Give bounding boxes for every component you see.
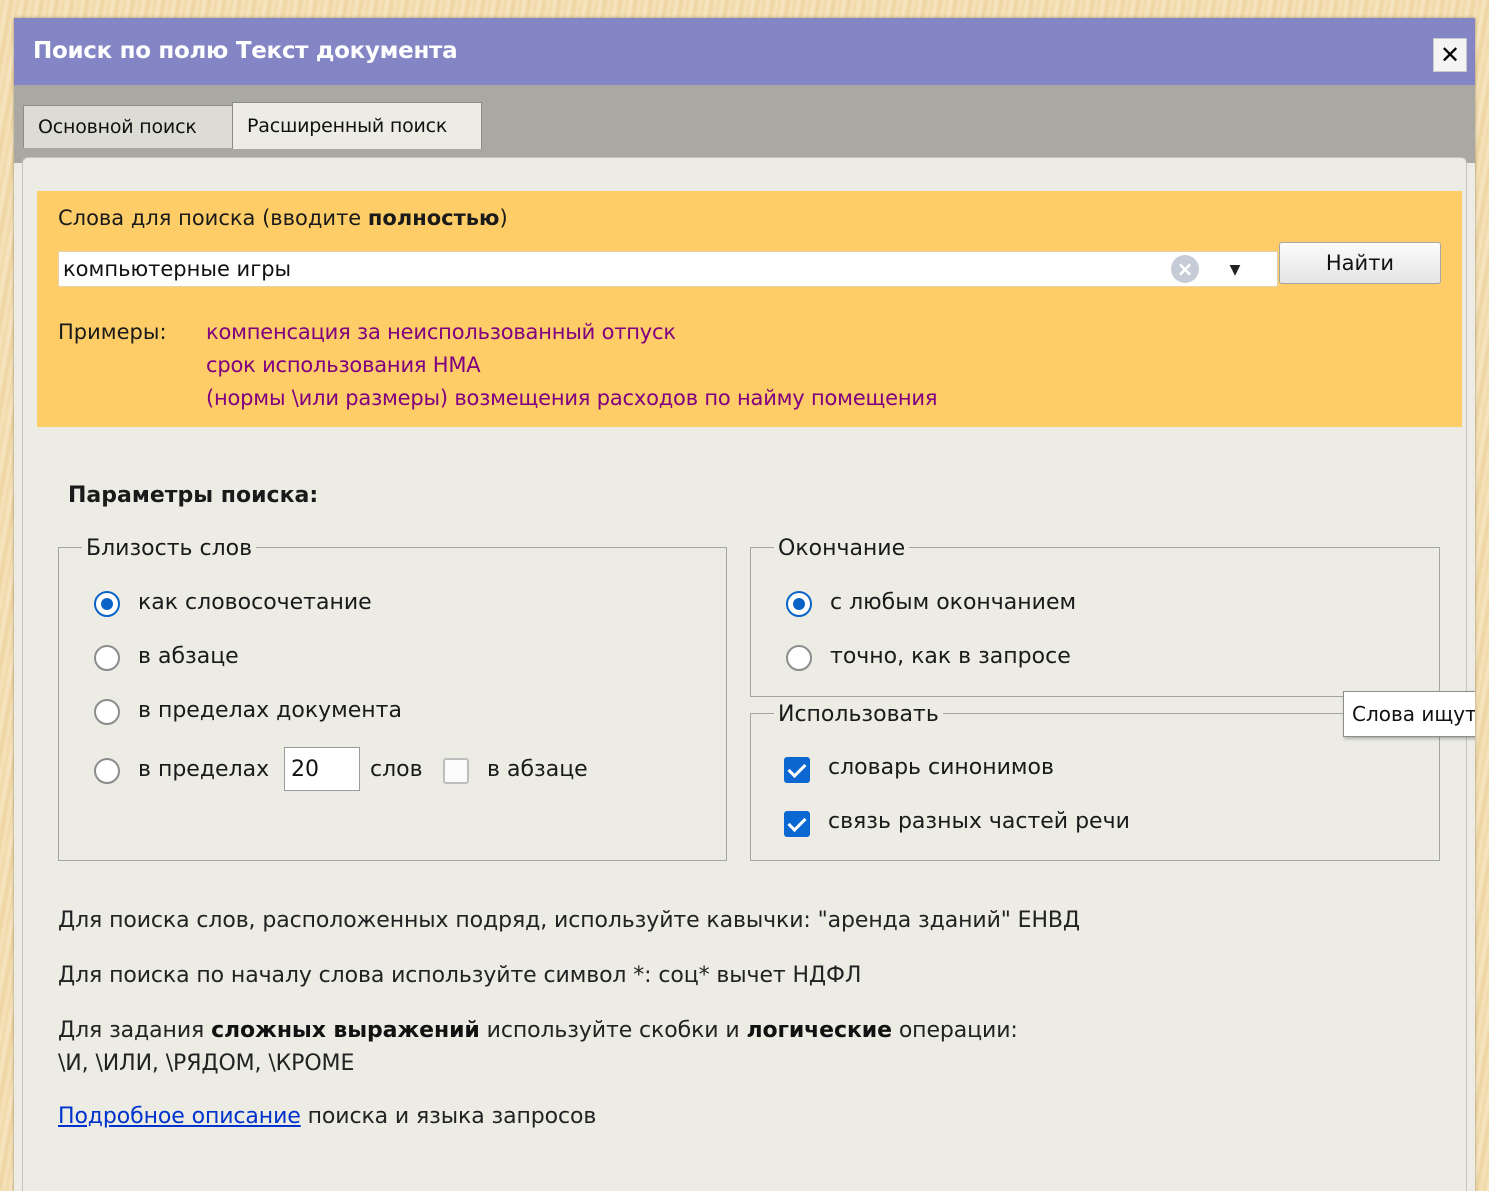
clear-icon[interactable]: × <box>1171 255 1199 283</box>
dialog-titlebar: Поиск по полю Текст документа ✕ <box>14 18 1475 85</box>
tab-basic-search[interactable]: Основной поиск <box>23 105 239 148</box>
hint-operators: \И, \ИЛИ, \РЯДОМ, \КРОМЕ <box>58 1051 355 1076</box>
search-input[interactable] <box>58 251 1278 287</box>
option-label: точно, как в запросе <box>830 644 1071 669</box>
checkbox-in-paragraph[interactable] <box>443 758 469 784</box>
tab-advanced-search[interactable]: Расширенный поиск <box>232 102 482 149</box>
use-legend: Использовать <box>774 702 943 727</box>
examples-label: Примеры: <box>58 320 167 344</box>
search-label: Слова для поиска (вводите полностью) <box>58 206 508 230</box>
example-link[interactable]: срок использования НМА <box>206 353 481 377</box>
proximity-legend: Близость слов <box>82 536 257 561</box>
hint-details: Подробное описание поиска и языка запрос… <box>58 1104 597 1129</box>
option-label: словарь синонимов <box>828 755 1054 780</box>
params-title: Параметры поиска: <box>68 483 319 508</box>
option-label: в абзаце <box>487 757 588 782</box>
hint-quotes: Для поиска слов, расположенных подряд, и… <box>58 908 1081 933</box>
hint-prefix: Для поиска по началу слова используйте с… <box>58 963 862 988</box>
example-link[interactable]: (нормы \или размеры) возмещения расходов… <box>206 386 937 410</box>
use-group <box>750 713 1440 861</box>
checkbox-synonyms[interactable] <box>784 757 810 783</box>
search-dialog: Поиск по полю Текст документа ✕ Основной… <box>14 18 1475 1191</box>
checkbox-parts-of-speech[interactable] <box>784 811 810 837</box>
words-label: слов <box>370 757 423 782</box>
option-label: в абзаце <box>138 644 239 669</box>
radio-any-ending[interactable] <box>786 591 812 617</box>
find-button[interactable]: Найти <box>1279 242 1441 284</box>
radio-exact-ending[interactable] <box>786 645 812 671</box>
radio-within-words[interactable] <box>94 758 120 784</box>
option-label: в пределах документа <box>138 698 402 723</box>
chevron-down-icon[interactable]: ▼ <box>1220 253 1250 283</box>
radio-as-phrase[interactable] <box>94 591 120 617</box>
words-count-input[interactable] <box>284 747 360 791</box>
ending-group <box>750 547 1440 697</box>
option-label: с любым окончанием <box>830 590 1077 615</box>
example-link[interactable]: компенсация за неиспользованный отпуск <box>206 320 676 344</box>
close-icon[interactable]: ✕ <box>1433 38 1467 72</box>
option-label: в пределах <box>138 757 270 782</box>
option-label: как словосочетание <box>138 590 372 615</box>
radio-in-paragraph[interactable] <box>94 645 120 671</box>
hint-complex: Для задания сложных выражений используйт… <box>58 1018 1018 1043</box>
radio-in-document[interactable] <box>94 699 120 725</box>
tooltip: Слова ищутся <box>1343 691 1475 737</box>
ending-legend: Окончание <box>774 536 910 561</box>
option-label: связь разных частей речи <box>828 809 1130 834</box>
dialog-title: Поиск по полю Текст документа <box>33 38 458 64</box>
details-link[interactable]: Подробное описание <box>58 1104 301 1129</box>
